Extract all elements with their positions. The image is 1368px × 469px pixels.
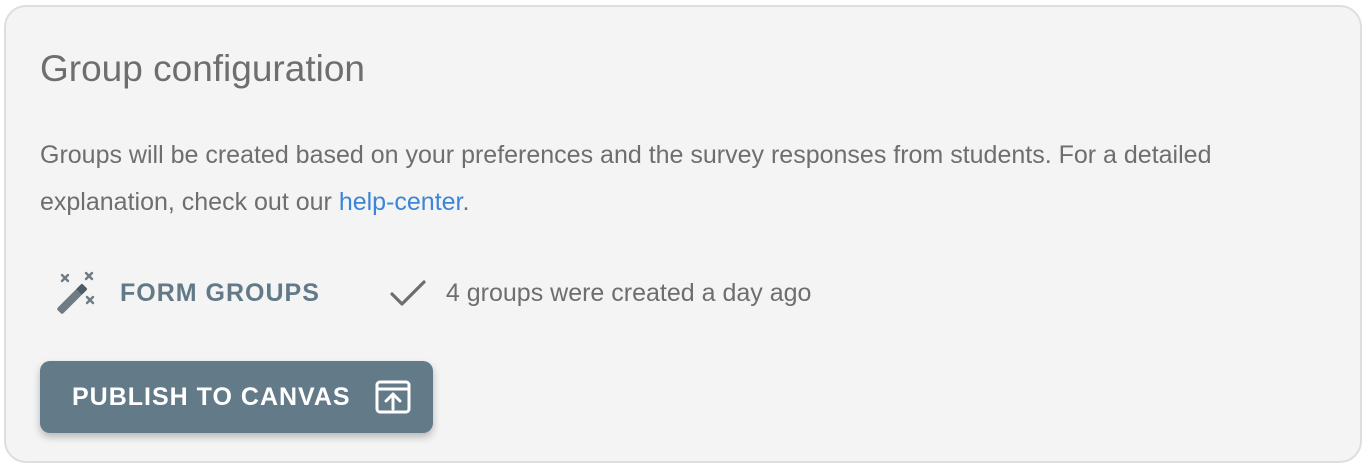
checkmark-icon [390, 280, 426, 306]
form-groups-button[interactable]: FORM GROUPS [52, 269, 320, 317]
card-title: Group configuration [40, 48, 365, 89]
group-configuration-card: Group configuration Groups will be creat… [4, 5, 1362, 463]
actions-row: FORM GROUPS 4 groups were created a day … [52, 269, 811, 317]
group-status: 4 groups were created a day ago [388, 273, 812, 313]
open-in-browser-icon [375, 380, 411, 414]
card-description: Groups will be created based on your pre… [40, 132, 1290, 226]
status-text: 4 groups were created a day ago [445, 278, 812, 307]
form-groups-label: FORM GROUPS [120, 278, 320, 307]
description-text: Groups will be created based on your pre… [40, 141, 1212, 216]
help-center-link[interactable]: help-center [339, 188, 463, 216]
description-end: . [462, 188, 470, 216]
publish-to-canvas-button[interactable]: PUBLISH TO CANVAS [40, 361, 433, 433]
magic-wand-icon [57, 271, 95, 314]
publish-button-label: PUBLISH TO CANVAS [72, 382, 351, 411]
